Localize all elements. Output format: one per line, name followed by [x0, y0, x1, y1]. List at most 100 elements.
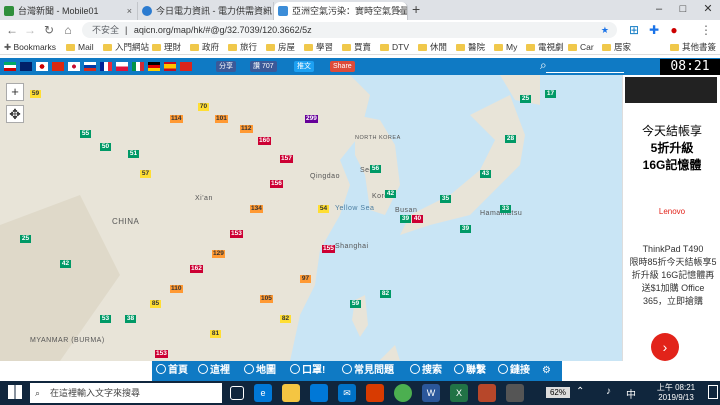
store-icon[interactable]: [310, 384, 328, 402]
station-marker[interactable]: 110: [170, 285, 183, 293]
nav-contact[interactable]: 聯繫: [454, 361, 486, 381]
station-marker[interactable]: 39: [400, 215, 411, 223]
nav-map[interactable]: 地圖: [244, 361, 276, 381]
flag-icon[interactable]: [52, 62, 64, 71]
forward-arrow-icon[interactable]: →: [22, 21, 38, 39]
taskbar-clock[interactable]: 上午 08:21 2019/9/13: [648, 383, 704, 403]
station-marker[interactable]: 59: [30, 90, 41, 98]
city-search-input[interactable]: [546, 59, 624, 73]
app-icon[interactable]: [478, 384, 496, 402]
station-marker[interactable]: 57: [140, 170, 151, 178]
flag-icon[interactable]: [164, 62, 176, 71]
station-marker[interactable]: 155: [322, 245, 335, 253]
ime-icon[interactable]: 中: [626, 386, 636, 401]
facebook-share-button[interactable]: 分享: [216, 61, 236, 72]
flag-icon[interactable]: [4, 62, 16, 71]
aqi-map[interactable]: + ✥ CHINA NORTH KOREA Korea Seoul Yellow…: [0, 75, 622, 361]
station-marker[interactable]: 42: [385, 190, 396, 198]
new-tab-button[interactable]: +: [412, 1, 420, 17]
maximize-icon[interactable]: □: [672, 0, 694, 18]
file-explorer-icon[interactable]: [282, 384, 300, 402]
flag-icon[interactable]: [132, 62, 144, 71]
station-marker[interactable]: 43: [480, 170, 491, 178]
bookmark-folder[interactable]: 醫院: [456, 40, 485, 54]
bookmark-folder[interactable]: 房屋: [266, 40, 295, 54]
twitter-tweet-button[interactable]: 推文: [294, 61, 314, 72]
nav-faq[interactable]: 常見問題: [342, 361, 394, 381]
station-marker[interactable]: 25: [20, 235, 31, 243]
close-icon[interactable]: ×: [127, 2, 132, 20]
nav-links[interactable]: 鏈接: [498, 361, 530, 381]
station-marker[interactable]: 33: [500, 205, 511, 213]
flag-icon[interactable]: [180, 62, 192, 71]
windows-start-icon[interactable]: [8, 385, 22, 399]
star-icon[interactable]: ★: [601, 22, 609, 38]
tab-mobile01[interactable]: 台灣新聞 - Mobile01 ×: [0, 2, 138, 20]
station-marker[interactable]: 42: [60, 260, 71, 268]
station-marker[interactable]: 97: [300, 275, 311, 283]
station-marker[interactable]: 160: [258, 137, 271, 145]
bookmark-folder[interactable]: Car: [568, 40, 594, 54]
flag-icon[interactable]: [148, 62, 160, 71]
station-marker[interactable]: 55: [80, 130, 91, 138]
bookmark-folder[interactable]: 旅行: [228, 40, 257, 54]
close-icon[interactable]: ×: [263, 2, 268, 20]
bookmark-folder[interactable]: 買賣: [342, 40, 371, 54]
settings-icon[interactable]: ⚙: [542, 361, 551, 381]
excel-icon[interactable]: X: [450, 384, 468, 402]
translate-icon[interactable]: ⊞: [626, 21, 642, 39]
station-marker[interactable]: 105: [260, 295, 273, 303]
nav-here[interactable]: 這裡: [198, 361, 230, 381]
task-view-icon[interactable]: [230, 386, 244, 400]
facebook-like-button[interactable]: 讚 707: [250, 61, 277, 72]
station-marker[interactable]: 59: [350, 300, 361, 308]
minimize-icon[interactable]: –: [648, 0, 670, 18]
station-marker[interactable]: 157: [280, 155, 293, 163]
station-marker[interactable]: 25: [520, 95, 531, 103]
flag-icon[interactable]: [116, 62, 128, 71]
flag-icon[interactable]: [68, 62, 80, 71]
tab-aqicn[interactable]: 亞洲空氣污染：實時空氣質量指數地... ×: [274, 2, 408, 20]
bookmark-folder[interactable]: 政府: [190, 40, 219, 54]
home-icon[interactable]: ⌂: [60, 21, 76, 39]
station-marker[interactable]: 53: [100, 315, 111, 323]
station-marker[interactable]: 156: [270, 180, 283, 188]
station-marker[interactable]: 82: [380, 290, 391, 298]
station-marker[interactable]: 54: [318, 205, 329, 213]
station-marker[interactable]: 101: [215, 115, 228, 123]
station-marker[interactable]: 299: [305, 115, 318, 123]
station-marker[interactable]: 35: [440, 195, 451, 203]
menu-icon[interactable]: ⋮: [698, 21, 714, 39]
nav-mask[interactable]: 口罩!: [290, 361, 325, 381]
edge-icon[interactable]: e: [254, 384, 272, 402]
ad-sidebar[interactable]: 今天結帳享 5折升級 16G記憶體 Lenovo ThinkPad T490 限…: [622, 75, 720, 361]
flag-icon[interactable]: [84, 62, 96, 71]
chevron-right-icon[interactable]: ›: [651, 333, 679, 361]
mail-icon[interactable]: ✉: [338, 384, 356, 402]
station-marker[interactable]: 81: [210, 330, 221, 338]
station-marker[interactable]: 134: [250, 205, 263, 213]
google-share-button[interactable]: Share: [330, 61, 355, 72]
bookmark-folder[interactable]: 休閒: [418, 40, 447, 54]
profile-icon[interactable]: ●: [666, 21, 682, 39]
flag-icon[interactable]: [20, 62, 32, 71]
battery-indicator[interactable]: 62%: [546, 387, 570, 398]
station-marker[interactable]: 50: [100, 143, 111, 151]
network-icon[interactable]: ⌃: [576, 386, 584, 397]
office-icon[interactable]: [366, 384, 384, 402]
bookmark-bookmarks[interactable]: ✚ Bookmarks: [4, 40, 56, 54]
station-marker[interactable]: 17: [545, 90, 556, 98]
station-marker[interactable]: 39: [460, 225, 471, 233]
nav-home[interactable]: 首頁: [156, 361, 188, 381]
nav-search[interactable]: 搜索: [410, 361, 442, 381]
bookmark-folder[interactable]: 電視劇: [526, 40, 564, 54]
word-icon[interactable]: W: [422, 384, 440, 402]
station-marker[interactable]: 28: [505, 135, 516, 143]
reload-icon[interactable]: ↻: [41, 21, 57, 39]
bookmark-folder[interactable]: 居家: [602, 40, 631, 54]
tab-power-info[interactable]: 今日電力資訊 - 電力供需資訊 - 台... ×: [138, 2, 274, 20]
chrome-icon[interactable]: [394, 384, 412, 402]
bookmark-folder[interactable]: DTV: [380, 40, 409, 54]
fullscreen-button[interactable]: ✥: [6, 105, 24, 123]
station-marker[interactable]: 114: [170, 115, 183, 123]
